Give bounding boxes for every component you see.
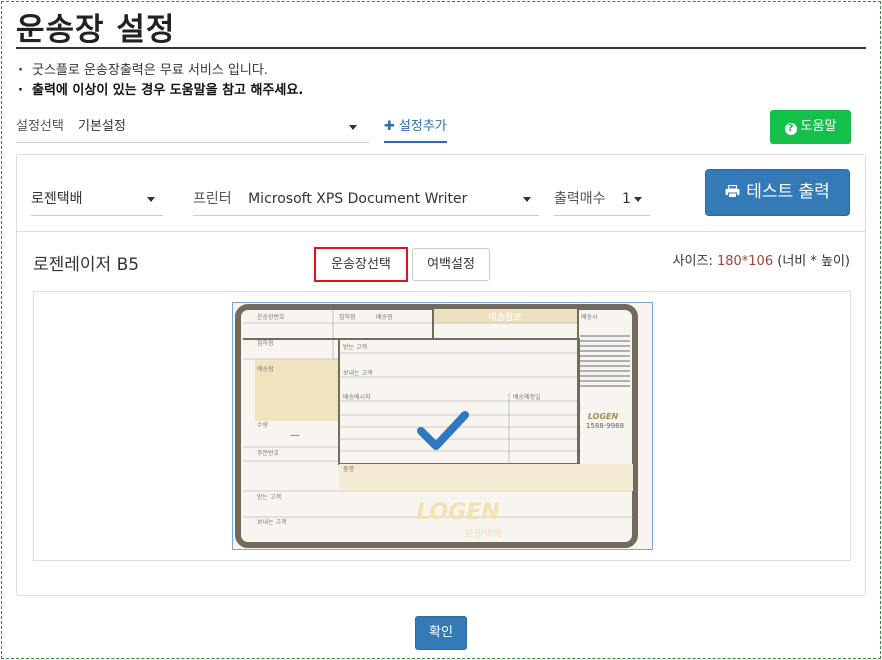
copies-select-label: 출력매수 xyxy=(554,191,606,207)
preset-select[interactable]: 설정선택 기본설정 xyxy=(16,113,369,143)
label-preview-area: 배송정보 운송장번호 집하점 배송점 집하점 배송점 받는 고객 보내는 고객 … xyxy=(33,291,851,561)
notice-help: 출력에 이상이 있는 경우 도움말을 참고 해주세요. xyxy=(18,81,303,101)
test-print-button[interactable]: 테스트 출력 xyxy=(705,169,850,216)
printer-select-label: 프린터 xyxy=(193,191,232,207)
label-size-info: 사이즈: 180*106 (너비 * 높이) xyxy=(673,250,850,269)
test-print-label: 테스트 출력 xyxy=(746,182,830,202)
waybill-image: 배송정보 운송장번호 집하점 배송점 집하점 배송점 받는 고객 보내는 고객 … xyxy=(233,303,652,549)
help-button[interactable]: ? 도움말 xyxy=(770,110,851,144)
courier-select[interactable]: 로젠택배 xyxy=(31,184,163,216)
courier-select-value: 로젠택배 xyxy=(31,191,83,207)
chevron-down-icon xyxy=(147,197,155,202)
chevron-down-icon xyxy=(349,125,357,130)
waybill-preview[interactable]: 배송정보 운송장번호 집하점 배송점 집하점 배송점 받는 고객 보내는 고객 … xyxy=(232,302,653,550)
plus-icon: ✚ xyxy=(384,119,395,134)
chevron-down-icon xyxy=(523,197,531,202)
label-type-name: 로젠레이저 B5 xyxy=(33,255,140,275)
notice-list: 굿스플로 운송장출력은 무료 서비스 입니다. 출력에 이상이 있는 경우 도움… xyxy=(18,61,303,101)
printer-select[interactable]: 프린터 Microsoft XPS Document Writer xyxy=(193,184,539,216)
confirm-button[interactable]: 확인 xyxy=(415,616,467,650)
copies-select-value: 1 xyxy=(621,191,631,207)
title-divider xyxy=(16,47,866,49)
size-prefix: 사이즈: xyxy=(672,254,713,269)
notice-free-service: 굿스플로 운송장출력은 무료 서비스 입니다. xyxy=(18,61,303,81)
size-suffix: (너비 * 높이) xyxy=(777,254,850,269)
chevron-down-icon xyxy=(634,197,642,202)
preset-select-label: 설정선택 xyxy=(16,119,64,134)
select-label-button[interactable]: 운송장선택 xyxy=(314,247,408,282)
margin-settings-button[interactable]: 여백설정 xyxy=(412,248,490,281)
question-circle-icon: ? xyxy=(784,123,797,135)
panel-divider xyxy=(17,231,865,232)
copies-select[interactable]: 출력매수 1 xyxy=(554,184,650,216)
add-preset-label: 설정추가 xyxy=(398,119,447,134)
size-value: 180*106 xyxy=(716,254,774,269)
preset-select-value: 기본설정 xyxy=(77,119,126,134)
help-button-label: 도움말 xyxy=(800,119,837,134)
settings-panel: 로젠택배 프린터 Microsoft XPS Document Writer 출… xyxy=(16,154,866,596)
add-preset-link[interactable]: ✚ 설정추가 xyxy=(384,113,447,143)
printer-select-value: Microsoft XPS Document Writer xyxy=(248,191,468,207)
printer-icon xyxy=(725,185,740,198)
page-title: 운송장 설정 xyxy=(16,12,176,48)
